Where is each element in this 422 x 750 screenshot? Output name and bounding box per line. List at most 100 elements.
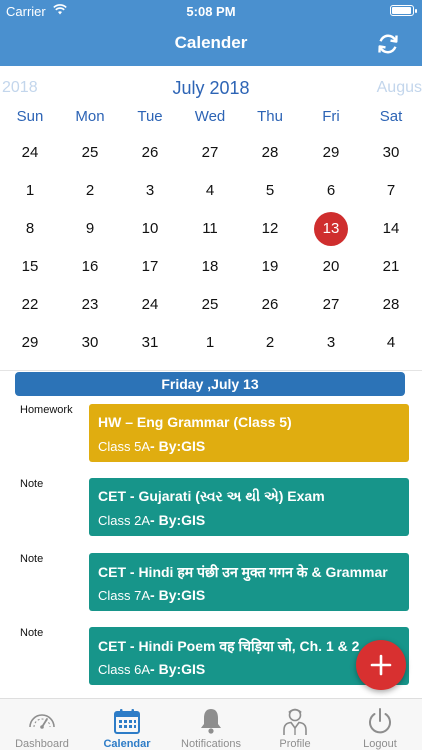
tab-logout[interactable]: Logout — [338, 699, 422, 750]
event-meta: Class 7A- By:GIS — [98, 587, 205, 603]
day-cell[interactable]: 5 — [252, 175, 288, 207]
weekday-label: Mon — [75, 108, 105, 125]
person-icon — [283, 708, 307, 735]
tab-profile[interactable]: Profile — [253, 699, 337, 750]
day-cell[interactable]: 24 — [12, 137, 48, 169]
event-author: - By:GIS — [150, 512, 206, 528]
event-class: Class 2A — [98, 513, 151, 528]
event-meta: Class 6A- By:GIS — [98, 661, 205, 677]
plus-icon — [370, 654, 392, 676]
event-meta: Class 2A- By:GIS — [98, 512, 205, 528]
event-author: - By:GIS — [150, 438, 206, 454]
day-cell[interactable]: 26 — [132, 137, 168, 169]
day-cell[interactable]: 19 — [252, 251, 288, 283]
weekday-header: Sun Mon Tue Wed Thu Fri Sat — [0, 108, 422, 128]
weekday-label: Tue — [137, 108, 163, 125]
day-cell[interactable]: 28 — [252, 137, 288, 169]
tab-label: Logout — [363, 738, 397, 750]
day-cell[interactable]: 15 — [12, 251, 48, 283]
day-cell[interactable]: 20 — [313, 251, 349, 283]
tab-label: Notifications — [181, 738, 241, 750]
event-card[interactable]: CET - Gujarati (સ્વર અ થી એ) Exam Class … — [89, 478, 409, 536]
weekday-label: Sun — [16, 108, 44, 125]
day-cell[interactable]: 23 — [72, 289, 108, 321]
tab-label: Profile — [279, 738, 311, 750]
day-cell[interactable]: 16 — [72, 251, 108, 283]
calendar-grid: 24 25 26 27 28 29 30 1 2 3 4 5 6 7 8 9 10 11 12 13 14 15 16 17 1… — [0, 134, 422, 362]
day-cell[interactable]: 31 — [132, 327, 168, 359]
calendar-icon — [114, 709, 140, 734]
next-month[interactable]: Augus — [377, 79, 422, 97]
battery-fill — [392, 7, 411, 14]
page-title: Calender — [174, 33, 248, 52]
day-cell[interactable]: 25 — [72, 137, 108, 169]
day-cell[interactable]: 1 — [12, 175, 48, 207]
bell-icon — [201, 709, 221, 734]
event-title: CET - Gujarati (સ્વર અ થી એ) Exam — [98, 488, 325, 504]
day-cell[interactable]: 8 — [12, 213, 48, 245]
selected-day-cell[interactable]: 13 — [313, 212, 349, 246]
gauge-icon — [29, 714, 55, 729]
day-cell[interactable]: 6 — [313, 175, 349, 207]
day-cell[interactable]: 30 — [72, 327, 108, 359]
event-class: Class 7A — [98, 588, 151, 603]
tab-calendar[interactable]: Calendar — [85, 699, 169, 750]
day-cell[interactable]: 14 — [373, 213, 409, 245]
day-cell[interactable]: 12 — [252, 213, 288, 245]
day-cell[interactable]: 27 — [313, 289, 349, 321]
day-cell[interactable]: 30 — [373, 137, 409, 169]
event-type: Note — [20, 627, 44, 639]
month-switcher: 2018 July 2018 Augus — [0, 76, 422, 100]
tab-bar: Dashboard Calendar Notifications Profile… — [0, 698, 422, 750]
event-author: - By:GIS — [150, 587, 206, 603]
day-cell[interactable]: 3 — [313, 327, 349, 359]
tab-label: Calendar — [103, 738, 151, 750]
day-cell[interactable]: 9 — [72, 213, 108, 245]
day-cell[interactable]: 29 — [12, 327, 48, 359]
weekday-label: Wed — [194, 108, 226, 125]
day-cell[interactable]: 7 — [373, 175, 409, 207]
event-type: Note — [20, 478, 44, 490]
day-cell[interactable]: 4 — [192, 175, 228, 207]
event-title: HW – Eng Grammar (Class 5) — [98, 414, 292, 430]
weekday-label: Fri — [322, 108, 340, 125]
day-cell[interactable]: 10 — [132, 213, 168, 245]
day-cell[interactable]: 2 — [72, 175, 108, 207]
current-month: July 2018 — [172, 78, 250, 98]
day-cell[interactable]: 26 — [252, 289, 288, 321]
selected-date-bar: Friday ,July 13 — [15, 372, 405, 396]
day-cell[interactable]: 24 — [132, 289, 168, 321]
event-title: CET - Hindi हम पंछी उन मुक्त गगन के & Gr… — [98, 564, 388, 580]
day-cell[interactable]: 3 — [132, 175, 168, 207]
divider — [0, 370, 422, 371]
event-title: CET - Hindi Poem वह चिड़िया जो, Ch. 1 & … — [98, 638, 360, 654]
day-cell[interactable]: 11 — [192, 213, 228, 245]
event-card[interactable]: CET - Hindi हम पंछी उन मुक्त गगन के & Gr… — [89, 553, 409, 611]
app-screen: Carrier 5:08 PM Calender 2018 July 2018 … — [0, 0, 422, 750]
day-cell[interactable]: 22 — [12, 289, 48, 321]
refresh-icon[interactable] — [376, 32, 400, 56]
event-card[interactable]: HW – Eng Grammar (Class 5) Class 5A- By:… — [89, 404, 409, 462]
event-type: Note — [20, 553, 44, 565]
event-class: Class 6A — [98, 662, 151, 677]
add-event-button[interactable] — [356, 640, 406, 690]
day-cell[interactable]: 1 — [192, 327, 228, 359]
day-cell[interactable]: 27 — [192, 137, 228, 169]
day-cell[interactable]: 17 — [132, 251, 168, 283]
power-icon — [369, 708, 391, 734]
day-cell[interactable]: 28 — [373, 289, 409, 321]
day-cell[interactable]: 29 — [313, 137, 349, 169]
weekday-label: Sat — [379, 108, 403, 125]
event-type: Homework — [20, 404, 73, 416]
day-cell[interactable]: 4 — [373, 327, 409, 359]
status-time: 5:08 PM — [186, 4, 236, 19]
day-cell[interactable]: 2 — [252, 327, 288, 359]
day-cell[interactable]: 18 — [192, 251, 228, 283]
day-cell[interactable]: 21 — [373, 251, 409, 283]
tab-dashboard[interactable]: Dashboard — [0, 699, 84, 750]
status-bar: Carrier 5:08 PM — [0, 0, 422, 22]
day-cell[interactable]: 25 — [192, 289, 228, 321]
tab-notifications[interactable]: Notifications — [169, 699, 253, 750]
event-author: - By:GIS — [150, 661, 206, 677]
event-meta: Class 5A- By:GIS — [98, 438, 205, 454]
